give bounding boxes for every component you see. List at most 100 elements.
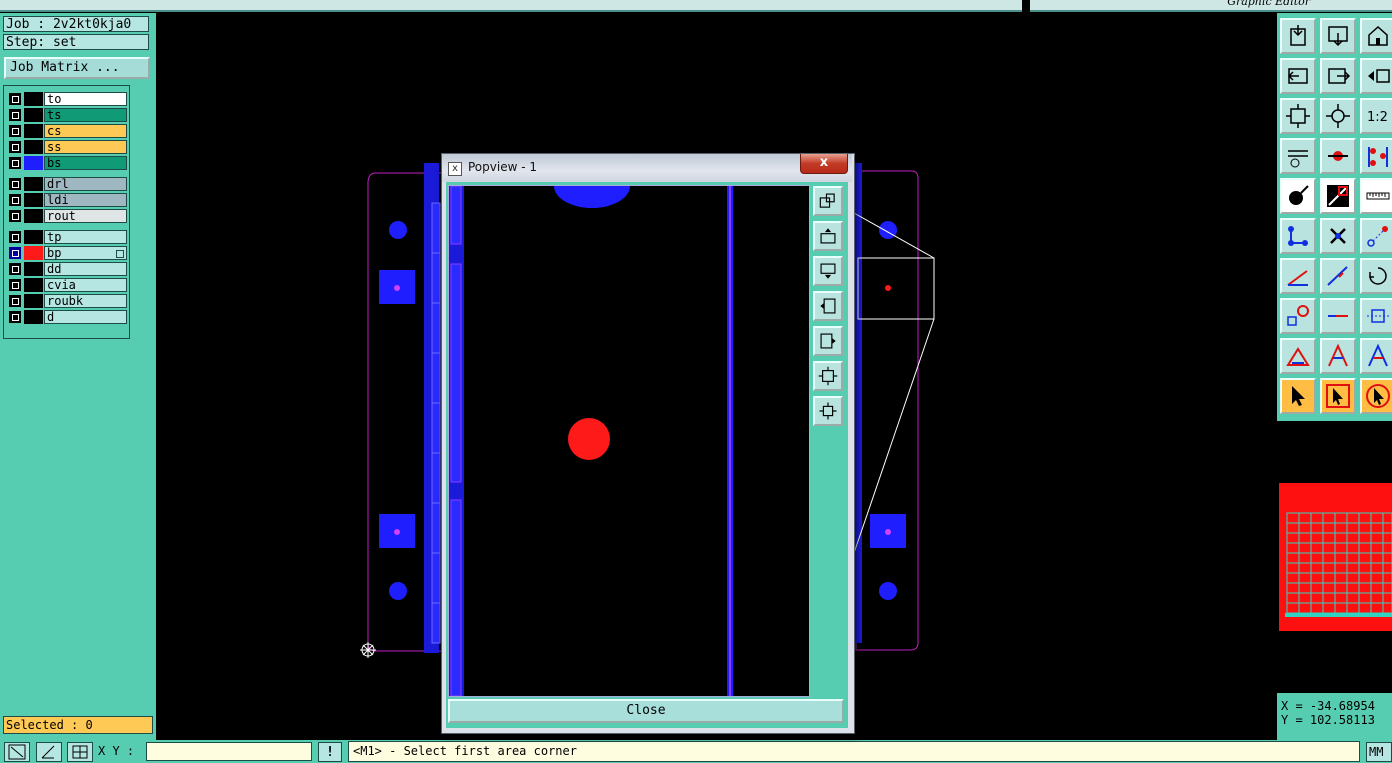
layer-name[interactable]: cvia [44,278,127,292]
layer-color-swatch[interactable] [24,124,43,138]
layer-color-swatch[interactable] [24,92,43,106]
layer-row-ts[interactable]: ts [8,108,127,122]
line-blue-tool-button[interactable] [1320,258,1356,294]
popview-page-left-button[interactable] [813,291,843,321]
layer-row-tp[interactable]: tp [8,230,127,244]
scale-1-2-tool-button[interactable]: 1:2 [1360,98,1392,134]
layer-row-dd[interactable]: dd [8,262,127,276]
back-tool-button[interactable] [1360,58,1392,94]
layer-color-swatch[interactable] [24,108,43,122]
open-job-tool-button[interactable] [1280,18,1316,54]
layer-row-to[interactable]: to [8,92,127,106]
layer-checkbox[interactable] [9,109,21,121]
layer-color-swatch[interactable] [24,209,43,223]
zoom-area-button[interactable] [4,742,30,762]
delete-tool-button[interactable] [1320,218,1356,254]
node-edit-tool-button[interactable] [1280,218,1316,254]
layer-checkbox[interactable] [9,247,21,259]
step-left-tool-button[interactable] [1280,58,1316,94]
layer-row-cvia[interactable]: cvia [8,278,127,292]
layer-color-swatch[interactable] [24,262,43,276]
select-arrow-tool-button[interactable] [1280,378,1316,414]
overview-thumbnail[interactable] [1277,421,1392,693]
popview-page-right-button[interactable] [813,326,843,356]
layer-name[interactable]: bp [44,246,127,260]
layer-color-swatch[interactable] [24,310,43,324]
popview-canvas[interactable] [448,185,810,697]
popview-zoom-in-button[interactable] [813,396,843,426]
alert-button[interactable]: ! [318,742,342,762]
ruler-tool-button[interactable] [1360,178,1392,214]
select-box-tool-button[interactable] [1320,378,1356,414]
layer-checkbox[interactable] [9,93,21,105]
layer-color-swatch[interactable] [24,156,43,170]
layer-row-bs[interactable]: bs [8,156,127,170]
popview-page-down-button[interactable] [813,256,843,286]
step-right-tool-button[interactable] [1320,58,1356,94]
units-button[interactable]: MM [1366,742,1392,762]
layer-checkbox[interactable] [9,194,21,206]
layer-row-bp[interactable]: bp [8,246,127,260]
zoom-center-tool-button[interactable] [1320,98,1356,134]
job-matrix-button[interactable]: Job Matrix ... [4,57,150,79]
layer-name[interactable]: cs [44,124,127,138]
select-lasso-tool-button[interactable] [1360,378,1392,414]
layer-checkbox[interactable] [9,141,21,153]
layer-checkbox[interactable] [9,279,21,291]
layer-name[interactable]: to [44,92,127,106]
grid-button[interactable] [67,742,93,762]
layer-color-swatch[interactable] [24,278,43,292]
layer-checkbox[interactable] [9,157,21,169]
layer-name[interactable]: ss [44,140,127,154]
save-tool-button[interactable] [1320,18,1356,54]
line-red-tool-button[interactable] [1280,258,1316,294]
layer-row-drl[interactable]: drl [8,177,127,191]
layer-color-swatch[interactable] [24,177,43,191]
layer-color-swatch[interactable] [24,193,43,207]
layer-checkbox[interactable] [9,295,21,307]
popview-page-up-button[interactable] [813,221,843,251]
rotate-tool-button[interactable] [1360,258,1392,294]
xy-input[interactable] [146,742,312,761]
layer-color-swatch[interactable] [24,140,43,154]
close-button[interactable]: Close [448,699,844,723]
layer-row-ss[interactable]: ss [8,140,127,154]
layer-checkbox[interactable] [9,263,21,275]
layer-row-d[interactable]: d [8,310,127,324]
layer-row-rout[interactable]: rout [8,209,127,223]
triangle-tool-button[interactable] [1280,338,1316,374]
popview-zoom-window-button[interactable] [813,186,843,216]
layer-color-swatch[interactable] [24,294,43,308]
layer-name[interactable]: drl [44,177,127,191]
layer-name[interactable]: dd [44,262,127,276]
home-tool-button[interactable] [1360,18,1392,54]
layer-row-ldi[interactable]: ldi [8,193,127,207]
layer-row-roubk[interactable]: roubk [8,294,127,308]
layer-checkbox[interactable] [9,125,21,137]
layer-name[interactable]: rout [44,209,127,223]
layer-name[interactable]: ts [44,108,127,122]
close-window-button[interactable]: x [800,154,848,174]
popview-zoom-fit-button[interactable] [813,361,843,391]
layer-name[interactable]: bs [44,156,127,170]
layer-row-cs[interactable]: cs [8,124,127,138]
layer-color-swatch[interactable] [24,230,43,244]
feature-add-tool-button[interactable] [1280,178,1316,214]
layer-checkbox[interactable] [9,178,21,190]
layer-name[interactable]: d [44,310,127,324]
snap-tool-button[interactable] [1320,138,1356,174]
line-draw-tool-button[interactable] [1320,178,1356,214]
measure-tools-tool-button[interactable] [1280,138,1316,174]
popview-titlebar[interactable]: x Popview - 1 x [442,154,852,182]
layer-name[interactable]: ldi [44,193,127,207]
zoom-fit-tool-button[interactable] [1280,98,1316,134]
layer-name[interactable]: tp [44,230,127,244]
layer-color-swatch[interactable] [24,246,43,260]
triangle-a-tool-button[interactable] [1320,338,1356,374]
layer-checkbox[interactable] [9,311,21,323]
split-line-tool-button[interactable] [1320,298,1356,334]
resize-tool-button[interactable] [1360,298,1392,334]
move-point-tool-button[interactable] [1360,218,1392,254]
layers-route-tool-button[interactable] [1360,138,1392,174]
layer-name[interactable]: roubk [44,294,127,308]
